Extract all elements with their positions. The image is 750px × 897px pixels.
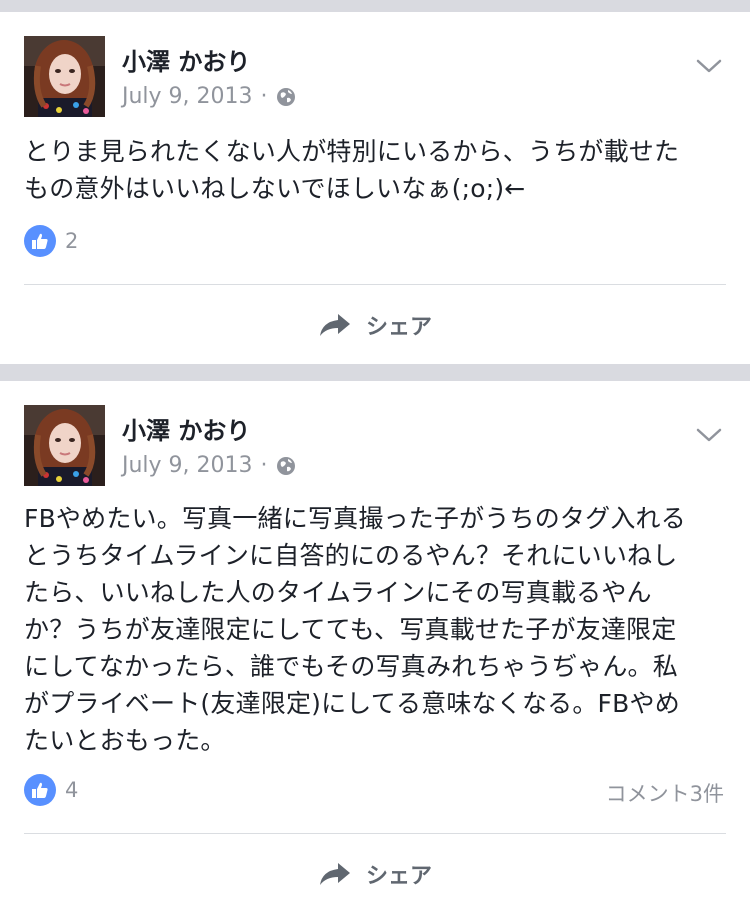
like-icon xyxy=(24,225,56,257)
avatar[interactable] xyxy=(24,36,105,117)
divider xyxy=(24,284,726,285)
share-button[interactable]: シェア xyxy=(0,858,750,890)
like-summary[interactable]: 2 xyxy=(24,225,78,257)
post-text: FBやめたい。写真一緒に写真撮った子がうちのタグ入れる とうちタイムラインに自答… xyxy=(24,504,686,755)
avatar[interactable] xyxy=(24,405,105,486)
author-name[interactable]: 小澤 かおり xyxy=(122,411,250,446)
like-icon xyxy=(24,774,56,806)
meta-separator: · xyxy=(260,84,268,109)
post-card: 小澤 かおり July 9, 2013 · FBやめたい。写真一緒に写真撮った子… xyxy=(0,381,750,897)
author-name[interactable]: 小澤 かおり xyxy=(122,42,250,77)
post-card: 小澤 かおり July 9, 2013 · とりま見られたくない人が特別にいるか… xyxy=(0,12,750,364)
post-date[interactable]: July 9, 2013 xyxy=(122,453,253,478)
globe-icon xyxy=(276,456,295,475)
like-count: 2 xyxy=(65,229,79,253)
post-date[interactable]: July 9, 2013 xyxy=(122,84,253,109)
share-arrow-icon xyxy=(319,314,350,336)
like-summary[interactable]: 4 xyxy=(24,774,78,806)
post-meta: July 9, 2013 · xyxy=(122,453,296,478)
post-text: とりま見られたくない人が特別にいるから、うちが載せた もの意外はいいねしないでほ… xyxy=(24,137,680,203)
share-label: シェア xyxy=(365,315,432,340)
share-button[interactable]: シェア xyxy=(0,309,750,341)
chevron-down-icon[interactable] xyxy=(696,427,722,443)
post-meta: July 9, 2013 · xyxy=(122,84,296,109)
divider xyxy=(24,833,726,834)
chevron-down-icon[interactable] xyxy=(696,58,722,74)
comment-count[interactable]: コメント3件 xyxy=(606,778,724,808)
meta-separator: · xyxy=(260,453,268,478)
like-count: 4 xyxy=(65,778,79,802)
globe-icon xyxy=(276,87,295,106)
news-feed: 小澤 かおり July 9, 2013 · とりま見られたくない人が特別にいるか… xyxy=(0,0,750,897)
share-label: シェア xyxy=(365,864,432,889)
share-arrow-icon xyxy=(319,863,350,885)
